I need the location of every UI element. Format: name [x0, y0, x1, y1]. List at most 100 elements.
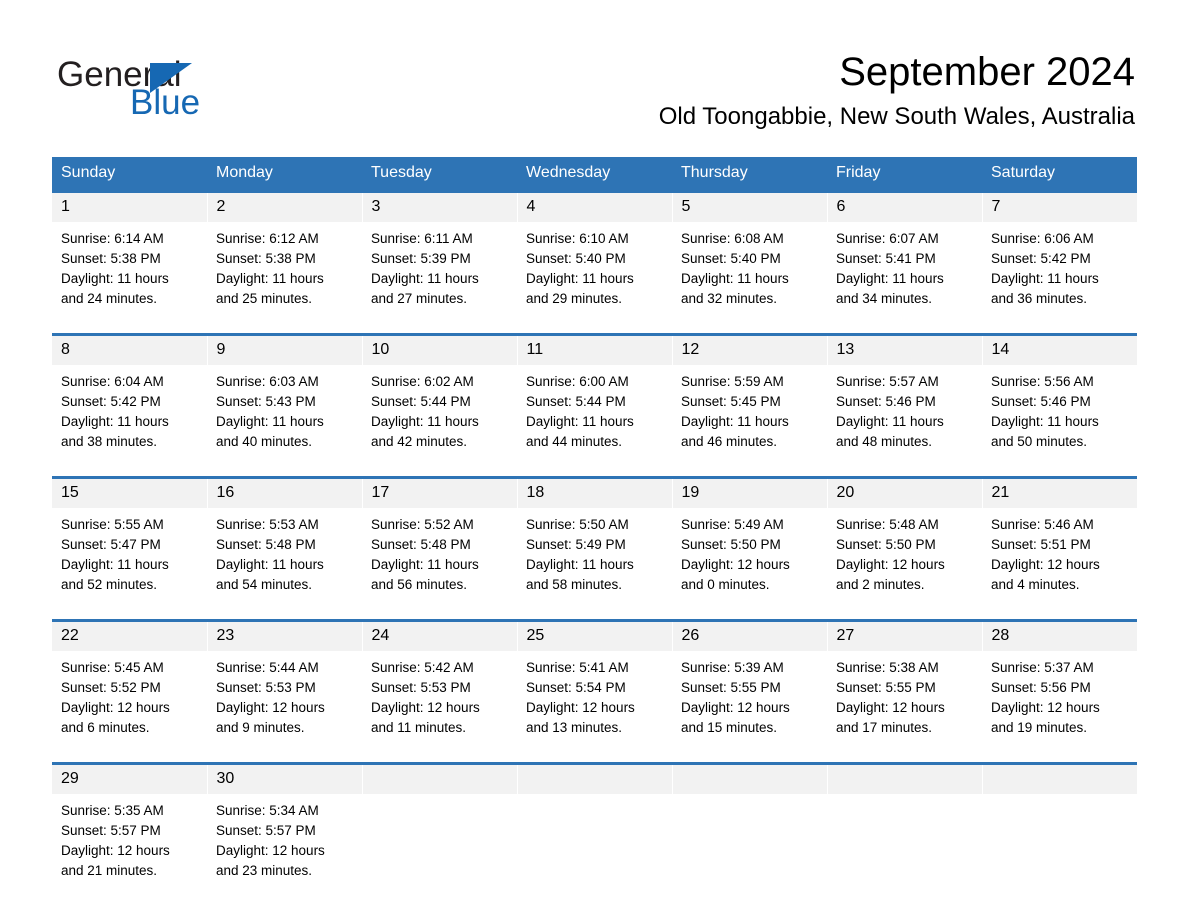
sunrise-time: Sunrise: 5:35 AM — [61, 803, 164, 818]
day-cell[interactable]: Sunrise: 6:02 AM Sunset: 5:44 PM Daylight:… — [362, 365, 517, 476]
day-cell[interactable]: Sunrise: 6:03 AM Sunset: 5:43 PM Daylight:… — [207, 365, 362, 476]
day-number[interactable]: 28 — [982, 622, 1137, 651]
daylight-duration-line1: Daylight: 11 hours — [61, 271, 169, 286]
day-number[interactable]: 30 — [207, 765, 363, 794]
day-number[interactable]: 19 — [672, 479, 828, 508]
generalblue-logo[interactable]: General Blue — [57, 55, 317, 125]
sunrise-time: Sunrise: 5:53 AM — [216, 517, 319, 532]
day-number[interactable]: 25 — [517, 622, 673, 651]
day-number[interactable]: 23 — [207, 622, 363, 651]
daylight-duration-line1: Daylight: 11 hours — [836, 414, 944, 429]
week-daynumber-row: 8 9 10 11 12 13 14 — [52, 336, 1137, 365]
sunset-time: Sunset: 5:41 PM — [836, 251, 936, 266]
day-number[interactable]: 26 — [672, 622, 828, 651]
day-cell[interactable]: Sunrise: 6:10 AM Sunset: 5:40 PM Daylight:… — [517, 222, 672, 333]
day-number[interactable]: 12 — [672, 336, 828, 365]
day-cell[interactable]: Sunrise: 5:49 AM Sunset: 5:50 PM Daylight:… — [672, 508, 827, 619]
day-cell[interactable]: Sunrise: 6:08 AM Sunset: 5:40 PM Daylight:… — [672, 222, 827, 333]
day-cell[interactable]: Sunrise: 5:56 AM Sunset: 5:46 PM Daylight:… — [982, 365, 1137, 476]
day-cell[interactable]: Sunrise: 5:38 AM Sunset: 5:55 PM Daylight:… — [827, 651, 982, 762]
day-cell[interactable]: Sunrise: 6:00 AM Sunset: 5:44 PM Daylight:… — [517, 365, 672, 476]
daylight-duration-line2: and 29 minutes. — [526, 291, 623, 306]
day-cell[interactable]: Sunrise: 5:55 AM Sunset: 5:47 PM Daylight:… — [52, 508, 207, 619]
day-cell-empty — [672, 794, 827, 905]
weekday-header-sunday: Sunday — [52, 157, 207, 190]
day-cell-empty — [827, 794, 982, 905]
daylight-duration-line2: and 2 minutes. — [836, 577, 925, 592]
sunrise-time: Sunrise: 6:12 AM — [216, 231, 319, 246]
sunset-time: Sunset: 5:38 PM — [216, 251, 316, 266]
day-cell[interactable]: Sunrise: 5:34 AM Sunset: 5:57 PM Daylight:… — [207, 794, 362, 905]
day-cell[interactable]: Sunrise: 6:11 AM Sunset: 5:39 PM Daylight:… — [362, 222, 517, 333]
daylight-duration-line2: and 13 minutes. — [526, 720, 623, 735]
day-number[interactable]: 29 — [52, 765, 208, 794]
daylight-duration-line2: and 4 minutes. — [991, 577, 1080, 592]
day-cell[interactable]: Sunrise: 5:57 AM Sunset: 5:46 PM Daylight:… — [827, 365, 982, 476]
day-cell[interactable]: Sunrise: 6:07 AM Sunset: 5:41 PM Daylight:… — [827, 222, 982, 333]
day-number[interactable]: 1 — [52, 193, 208, 222]
weekday-header-wednesday: Wednesday — [517, 157, 672, 190]
day-number[interactable]: 10 — [362, 336, 518, 365]
day-number[interactable]: 27 — [827, 622, 983, 651]
day-number[interactable]: 15 — [52, 479, 208, 508]
day-cell[interactable]: Sunrise: 6:04 AM Sunset: 5:42 PM Daylight:… — [52, 365, 207, 476]
week-info-row: Sunrise: 5:55 AM Sunset: 5:47 PM Daylight:… — [52, 508, 1137, 619]
daylight-duration-line2: and 19 minutes. — [991, 720, 1088, 735]
day-number[interactable]: 8 — [52, 336, 208, 365]
day-cell[interactable]: Sunrise: 5:37 AM Sunset: 5:56 PM Daylight:… — [982, 651, 1137, 762]
day-cell[interactable]: Sunrise: 5:53 AM Sunset: 5:48 PM Daylight:… — [207, 508, 362, 619]
day-number[interactable]: 18 — [517, 479, 673, 508]
day-number[interactable]: 13 — [827, 336, 983, 365]
day-number[interactable]: 16 — [207, 479, 363, 508]
weekday-header-tuesday: Tuesday — [362, 157, 517, 190]
day-number[interactable]: 11 — [517, 336, 673, 365]
page-title: September 2024 — [839, 50, 1135, 94]
day-number[interactable]: 14 — [982, 336, 1137, 365]
daylight-duration-line1: Daylight: 12 hours — [371, 700, 480, 715]
sunrise-time: Sunrise: 5:45 AM — [61, 660, 164, 675]
daylight-duration-line2: and 56 minutes. — [371, 577, 468, 592]
day-cell[interactable]: Sunrise: 6:06 AM Sunset: 5:42 PM Daylight:… — [982, 222, 1137, 333]
day-number[interactable]: 3 — [362, 193, 518, 222]
sunrise-time: Sunrise: 6:00 AM — [526, 374, 629, 389]
sunset-time: Sunset: 5:48 PM — [216, 537, 316, 552]
day-cell[interactable]: Sunrise: 5:48 AM Sunset: 5:50 PM Daylight:… — [827, 508, 982, 619]
day-number[interactable]: 24 — [362, 622, 518, 651]
day-number[interactable]: 5 — [672, 193, 828, 222]
day-cell[interactable]: Sunrise: 5:59 AM Sunset: 5:45 PM Daylight:… — [672, 365, 827, 476]
sunrise-sunset-calendar: Sunday Monday Tuesday Wednesday Thursday… — [52, 157, 1137, 905]
day-number[interactable]: 17 — [362, 479, 518, 508]
day-cell[interactable]: Sunrise: 5:42 AM Sunset: 5:53 PM Daylight:… — [362, 651, 517, 762]
daylight-duration-line1: Daylight: 11 hours — [216, 414, 324, 429]
day-cell[interactable]: Sunrise: 5:50 AM Sunset: 5:49 PM Daylight:… — [517, 508, 672, 619]
day-cell[interactable]: Sunrise: 5:46 AM Sunset: 5:51 PM Daylight:… — [982, 508, 1137, 619]
sunset-time: Sunset: 5:44 PM — [371, 394, 471, 409]
day-number[interactable]: 9 — [207, 336, 363, 365]
day-cell[interactable]: Sunrise: 5:39 AM Sunset: 5:55 PM Daylight:… — [672, 651, 827, 762]
day-number[interactable]: 4 — [517, 193, 673, 222]
day-number[interactable]: 20 — [827, 479, 983, 508]
day-cell[interactable]: Sunrise: 5:35 AM Sunset: 5:57 PM Daylight:… — [52, 794, 207, 905]
day-number-empty — [517, 765, 673, 794]
sunrise-time: Sunrise: 6:07 AM — [836, 231, 939, 246]
day-number[interactable]: 6 — [827, 193, 983, 222]
sunset-time: Sunset: 5:53 PM — [216, 680, 316, 695]
day-number[interactable]: 21 — [982, 479, 1137, 508]
day-cell[interactable]: Sunrise: 6:12 AM Sunset: 5:38 PM Daylight:… — [207, 222, 362, 333]
sunset-time: Sunset: 5:42 PM — [61, 394, 161, 409]
sunrise-time: Sunrise: 5:52 AM — [371, 517, 474, 532]
sunrise-time: Sunrise: 5:44 AM — [216, 660, 319, 675]
day-cell[interactable]: Sunrise: 6:14 AM Sunset: 5:38 PM Daylight:… — [52, 222, 207, 333]
day-cell[interactable]: Sunrise: 5:52 AM Sunset: 5:48 PM Daylight:… — [362, 508, 517, 619]
day-cell[interactable]: Sunrise: 5:44 AM Sunset: 5:53 PM Daylight:… — [207, 651, 362, 762]
day-number[interactable]: 2 — [207, 193, 363, 222]
location-subtitle: Old Toongabbie, New South Wales, Austral… — [658, 103, 1135, 130]
day-cell[interactable]: Sunrise: 5:41 AM Sunset: 5:54 PM Daylight:… — [517, 651, 672, 762]
day-number[interactable]: 7 — [982, 193, 1137, 222]
sunrise-time: Sunrise: 6:02 AM — [371, 374, 474, 389]
sunrise-time: Sunrise: 5:55 AM — [61, 517, 164, 532]
daylight-duration-line2: and 9 minutes. — [216, 720, 305, 735]
daylight-duration-line1: Daylight: 12 hours — [526, 700, 635, 715]
day-cell[interactable]: Sunrise: 5:45 AM Sunset: 5:52 PM Daylight:… — [52, 651, 207, 762]
day-number[interactable]: 22 — [52, 622, 208, 651]
